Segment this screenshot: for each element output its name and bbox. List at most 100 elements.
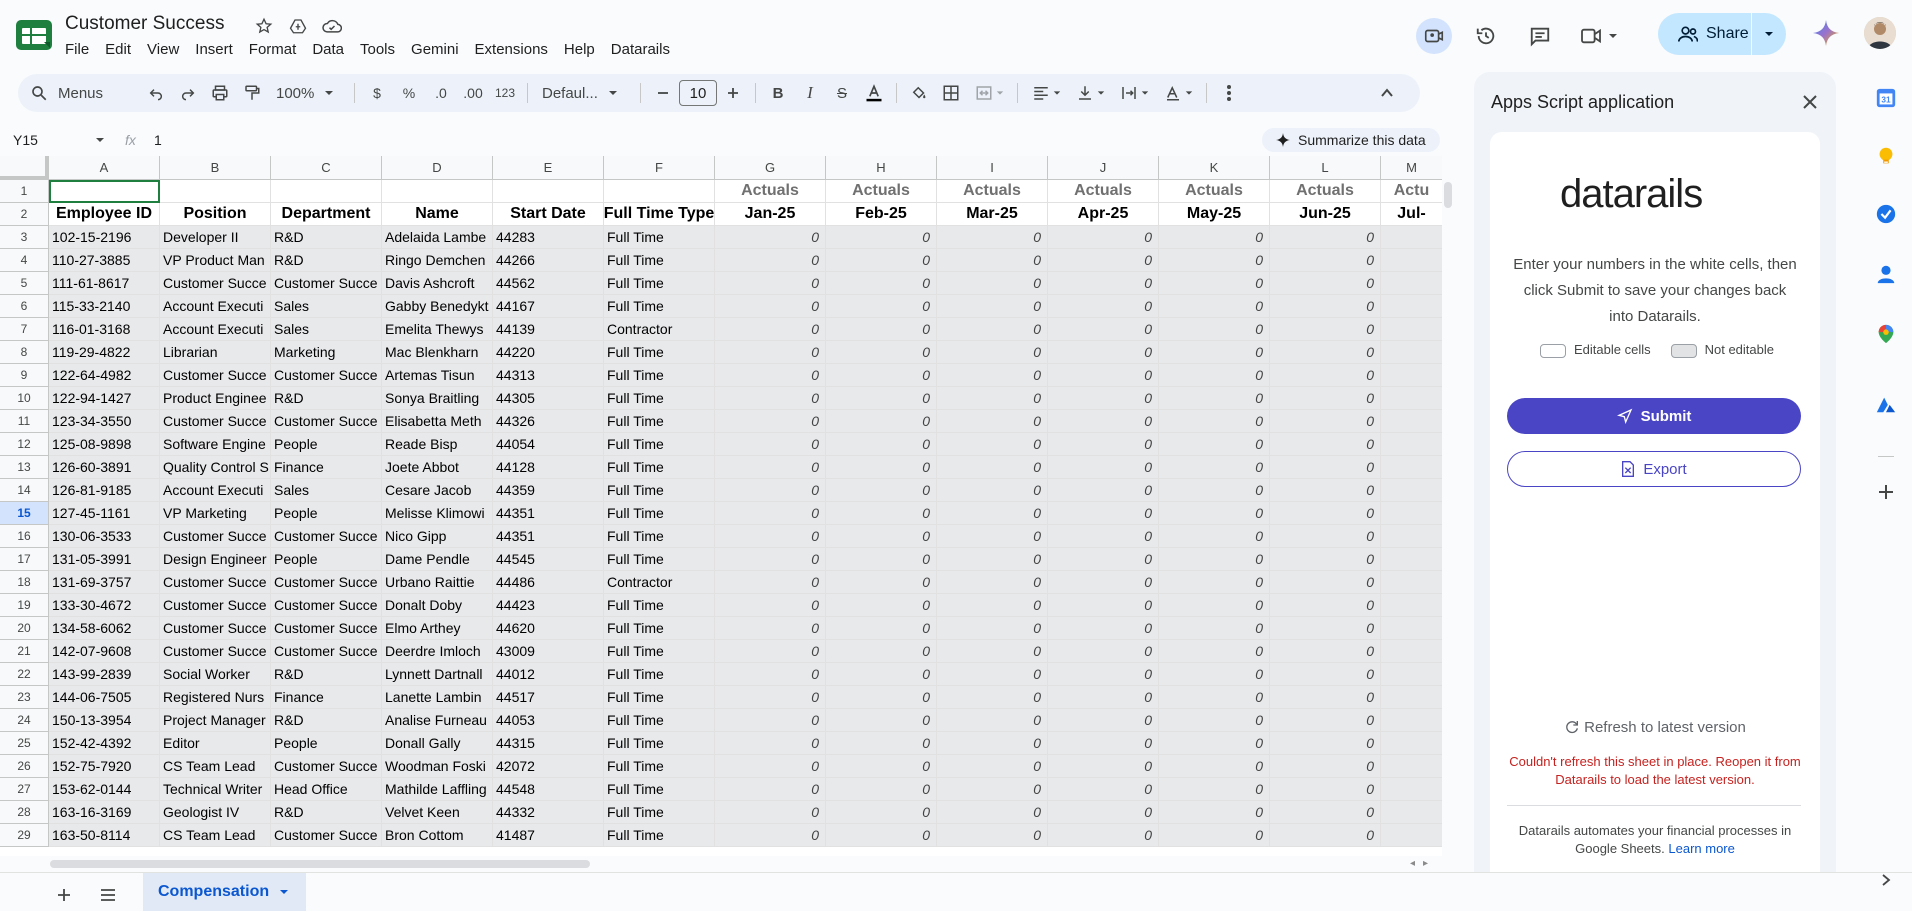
cell[interactable] bbox=[160, 180, 271, 203]
row-header[interactable]: 2 bbox=[0, 203, 49, 226]
actuals-header-cell[interactable]: Actuals bbox=[715, 180, 826, 203]
value-cell[interactable]: 0 bbox=[826, 709, 937, 732]
value-cell[interactable]: 0 bbox=[715, 387, 826, 410]
vertical-scrollbar[interactable] bbox=[1444, 182, 1452, 208]
value-cell[interactable]: 0 bbox=[937, 801, 1048, 824]
value-cell[interactable]: 0 bbox=[826, 226, 937, 249]
value-cell[interactable] bbox=[1381, 364, 1442, 387]
value-cell[interactable]: 0 bbox=[715, 571, 826, 594]
data-cell[interactable]: 163-50-8114 bbox=[49, 824, 160, 847]
data-cell[interactable]: Melisse Klimowi bbox=[382, 502, 493, 525]
value-cell[interactable]: 0 bbox=[715, 686, 826, 709]
menu-datarails[interactable]: Datarails bbox=[611, 41, 678, 58]
value-cell[interactable]: 0 bbox=[1270, 755, 1381, 778]
data-cell[interactable]: Customer Succe bbox=[160, 571, 271, 594]
value-cell[interactable]: 0 bbox=[826, 801, 937, 824]
value-cell[interactable]: 0 bbox=[826, 755, 937, 778]
value-cell[interactable]: 0 bbox=[826, 525, 937, 548]
data-cell[interactable]: Emelita Thewys bbox=[382, 318, 493, 341]
data-cell[interactable]: Customer Succe bbox=[160, 272, 271, 295]
value-cell[interactable]: 0 bbox=[715, 640, 826, 663]
data-cell[interactable]: Full Time bbox=[604, 456, 715, 479]
data-cell[interactable]: Full Time bbox=[604, 226, 715, 249]
value-cell[interactable]: 0 bbox=[1270, 502, 1381, 525]
value-cell[interactable] bbox=[1381, 318, 1442, 341]
scroll-arrows-icon[interactable]: ◂▸ bbox=[1410, 858, 1436, 869]
data-cell[interactable]: Adelaida Lambe bbox=[382, 226, 493, 249]
value-cell[interactable]: 0 bbox=[1270, 249, 1381, 272]
data-cell[interactable]: 44167 bbox=[493, 295, 604, 318]
data-cell[interactable]: Analise Furneau bbox=[382, 709, 493, 732]
value-cell[interactable]: 0 bbox=[1048, 456, 1159, 479]
value-cell[interactable]: 0 bbox=[1048, 548, 1159, 571]
text-rotation-icon[interactable] bbox=[1156, 78, 1200, 108]
value-cell[interactable]: 0 bbox=[1159, 479, 1270, 502]
data-cell[interactable]: 42072 bbox=[493, 755, 604, 778]
column-header-m[interactable]: M bbox=[1381, 156, 1442, 180]
data-cell[interactable]: Full Time bbox=[604, 341, 715, 364]
value-cell[interactable] bbox=[1381, 548, 1442, 571]
value-cell[interactable] bbox=[1381, 571, 1442, 594]
data-cell[interactable]: Account Executi bbox=[160, 318, 271, 341]
maps-icon[interactable] bbox=[1872, 320, 1900, 348]
data-cell[interactable]: Customer Succe bbox=[160, 525, 271, 548]
value-cell[interactable]: 0 bbox=[1048, 686, 1159, 709]
star-icon[interactable] bbox=[252, 14, 276, 38]
data-cell[interactable]: Full Time bbox=[604, 387, 715, 410]
data-cell[interactable]: 44548 bbox=[493, 778, 604, 801]
value-cell[interactable]: 0 bbox=[1048, 387, 1159, 410]
data-cell[interactable]: Contractor bbox=[604, 571, 715, 594]
data-cell[interactable]: Bron Cottom bbox=[382, 824, 493, 847]
data-cell[interactable]: Developer II bbox=[160, 226, 271, 249]
menu-gemini[interactable]: Gemini bbox=[411, 41, 467, 58]
value-cell[interactable]: 0 bbox=[1270, 272, 1381, 295]
data-cell[interactable]: Nico Gipp bbox=[382, 525, 493, 548]
data-cell[interactable]: Customer Succe bbox=[160, 640, 271, 663]
data-cell[interactable]: Product Enginee bbox=[160, 387, 271, 410]
column-title-cell[interactable]: Name bbox=[382, 203, 493, 226]
value-cell[interactable]: 0 bbox=[937, 272, 1048, 295]
value-cell[interactable]: 0 bbox=[1159, 387, 1270, 410]
column-title-cell[interactable]: Position bbox=[160, 203, 271, 226]
text-color-icon[interactable] bbox=[858, 78, 890, 108]
data-cell[interactable]: 111-61-8617 bbox=[49, 272, 160, 295]
row-header[interactable]: 26 bbox=[0, 755, 49, 778]
value-cell[interactable]: 0 bbox=[1270, 226, 1381, 249]
data-cell[interactable]: 122-64-4982 bbox=[49, 364, 160, 387]
data-cell[interactable]: 44359 bbox=[493, 479, 604, 502]
value-cell[interactable]: 0 bbox=[826, 341, 937, 364]
value-cell[interactable] bbox=[1381, 824, 1442, 847]
data-cell[interactable]: Full Time bbox=[604, 617, 715, 640]
value-cell[interactable]: 0 bbox=[715, 479, 826, 502]
data-cell[interactable]: Account Executi bbox=[160, 295, 271, 318]
data-cell[interactable]: 43009 bbox=[493, 640, 604, 663]
data-cell[interactable]: 152-75-7920 bbox=[49, 755, 160, 778]
value-cell[interactable]: 0 bbox=[937, 571, 1048, 594]
data-cell[interactable]: 44139 bbox=[493, 318, 604, 341]
value-cell[interactable]: 0 bbox=[937, 640, 1048, 663]
value-cell[interactable]: 0 bbox=[1270, 548, 1381, 571]
row-header[interactable]: 8 bbox=[0, 341, 49, 364]
data-cell[interactable]: Lynnett Dartnall bbox=[382, 663, 493, 686]
summarize-data-button[interactable]: Summarize this data bbox=[1262, 128, 1440, 152]
value-cell[interactable]: 0 bbox=[937, 410, 1048, 433]
data-cell[interactable]: Reade Bisp bbox=[382, 433, 493, 456]
calendar-icon[interactable]: 31 bbox=[1872, 84, 1900, 112]
value-cell[interactable]: 0 bbox=[1270, 479, 1381, 502]
row-header[interactable]: 16 bbox=[0, 525, 49, 548]
redo-icon[interactable] bbox=[172, 78, 204, 108]
value-cell[interactable]: 0 bbox=[1048, 755, 1159, 778]
data-cell[interactable]: People bbox=[271, 502, 382, 525]
column-header-k[interactable]: K bbox=[1159, 156, 1270, 180]
menu-data[interactable]: Data bbox=[312, 41, 352, 58]
row-header[interactable]: 27 bbox=[0, 778, 49, 801]
value-cell[interactable]: 0 bbox=[1048, 295, 1159, 318]
column-title-cell[interactable]: Employee ID bbox=[49, 203, 160, 226]
value-cell[interactable]: 0 bbox=[1159, 709, 1270, 732]
actuals-header-cell[interactable]: Actuals bbox=[1159, 180, 1270, 203]
column-header-c[interactable]: C bbox=[271, 156, 382, 180]
data-cell[interactable]: 44545 bbox=[493, 548, 604, 571]
data-cell[interactable]: Full Time bbox=[604, 479, 715, 502]
data-cell[interactable]: 44423 bbox=[493, 594, 604, 617]
data-cell[interactable]: Customer Succe bbox=[271, 617, 382, 640]
